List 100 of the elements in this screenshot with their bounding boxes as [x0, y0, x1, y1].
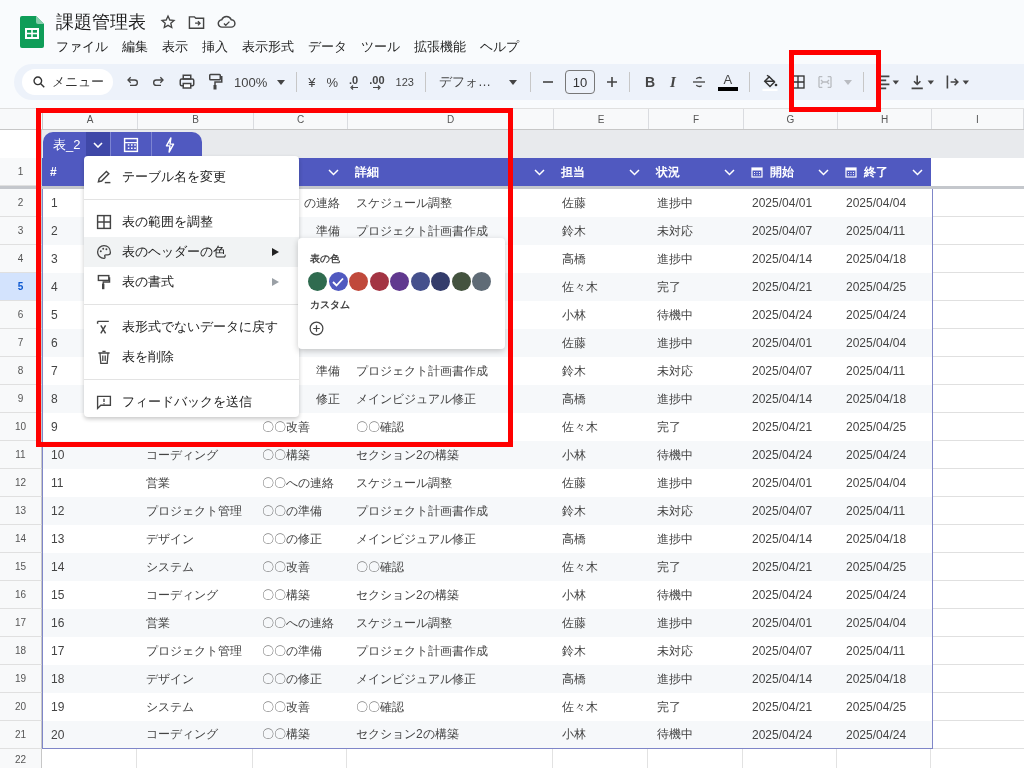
color-swatch[interactable]	[451, 272, 471, 291]
column-header[interactable]: A	[43, 109, 138, 129]
add-circle-icon[interactable]	[309, 321, 324, 336]
menu-item[interactable]: 挿入	[202, 38, 228, 56]
calculator-icon[interactable]	[123, 137, 140, 153]
row-header[interactable]: 19	[0, 665, 42, 693]
table-cell: 進捗中	[657, 194, 693, 212]
color-swatch[interactable]	[390, 272, 409, 291]
font-size-field[interactable]: 10	[564, 70, 595, 94]
chevron-icon[interactable]	[724, 168, 735, 176]
chevron-icon[interactable]	[818, 168, 829, 176]
strikethrough-icon[interactable]	[690, 74, 707, 90]
row-header[interactable]: 17	[0, 609, 42, 637]
color-swatch[interactable]	[410, 272, 430, 291]
row-header[interactable]: 12	[0, 469, 42, 497]
caret-icon	[508, 79, 517, 85]
chevron-icon[interactable]	[912, 168, 923, 176]
row-header[interactable]: 13	[0, 497, 42, 525]
menu-item[interactable]: テーブル名を変更	[84, 162, 299, 192]
table-cell: 完了	[657, 278, 681, 296]
table-cell: 2025/04/24	[752, 448, 813, 462]
column-title: 終了	[864, 163, 888, 181]
color-swatch[interactable]	[328, 272, 348, 291]
color-swatch[interactable]	[472, 272, 491, 291]
chevron-icon[interactable]	[534, 168, 545, 176]
column-header[interactable]: H	[838, 109, 932, 129]
zoom-dropdown[interactable]: 100%	[234, 74, 286, 90]
color-swatch[interactable]	[308, 272, 327, 291]
font-dropdown[interactable]: デフォ…	[438, 73, 517, 91]
sheets-logo-icon[interactable]	[20, 16, 44, 48]
increase-decimal-button[interactable]: .00	[369, 74, 385, 90]
row-header[interactable]: 20	[0, 693, 42, 721]
currency-button[interactable]: ¥	[308, 74, 316, 90]
table-cell: スケジュール調整	[356, 474, 452, 492]
column-header[interactable]: I	[932, 109, 1024, 129]
column-header[interactable]: B	[138, 109, 254, 129]
bold-button[interactable]: B	[644, 74, 655, 90]
column-title: 状況	[656, 163, 680, 181]
table-cell: プロジェクト計画書作成	[356, 642, 488, 660]
table-cell: 15	[51, 588, 65, 602]
chevron-icon[interactable]	[86, 132, 111, 158]
row-header[interactable]: 21	[0, 721, 42, 749]
folder-icon[interactable]	[188, 14, 205, 30]
color-swatch[interactable]	[431, 272, 450, 291]
menu-item[interactable]: 表のヘッダーの色	[84, 237, 299, 267]
table-cell: 4	[51, 280, 58, 294]
column-header[interactable]: E	[554, 109, 649, 129]
column-header[interactable]: C	[254, 109, 348, 129]
row-header[interactable]: 18	[0, 637, 42, 665]
chevron-icon[interactable]	[629, 168, 640, 176]
plus-icon[interactable]	[605, 76, 618, 88]
table-cell: デザイン	[146, 670, 194, 688]
vertical-align-icon[interactable]	[909, 74, 934, 90]
column-header[interactable]: F	[649, 109, 744, 129]
italic-button[interactable]: I	[670, 73, 676, 91]
row-header[interactable]: 16	[0, 581, 42, 609]
document-title[interactable]: 課題管理表	[56, 10, 146, 34]
text-wrap-icon[interactable]	[944, 74, 969, 90]
menu-item[interactable]: 表の範囲を調整	[84, 207, 299, 237]
column-header[interactable]: G	[744, 109, 838, 129]
percent-button[interactable]: %	[326, 74, 339, 90]
menu-item[interactable]: 表形式でないデータに戻す	[84, 312, 299, 342]
paint-bucket-icon[interactable]	[760, 73, 779, 91]
menu-item[interactable]: 拡張機能	[414, 38, 466, 56]
menu-search-field[interactable]: メニュー	[22, 69, 113, 95]
table-name-button[interactable]: 表_2	[53, 136, 81, 154]
text-color-button[interactable]: A	[717, 73, 738, 91]
decrease-decimal-button[interactable]: .0	[349, 74, 359, 90]
menu-item[interactable]: ヘルプ	[480, 38, 519, 56]
cloud-icon[interactable]	[217, 15, 236, 29]
paint-format-icon[interactable]	[207, 73, 223, 91]
number-format-button[interactable]: 123	[395, 76, 414, 88]
menu-item[interactable]: 表を削除	[84, 342, 299, 372]
table-cell: メインビジュアル修正	[356, 390, 476, 408]
color-swatch[interactable]	[369, 272, 389, 291]
column-header[interactable]: D	[348, 109, 554, 129]
color-swatch[interactable]	[349, 272, 368, 291]
lightning-icon[interactable]	[164, 137, 177, 153]
table-cell: 5	[51, 308, 58, 322]
table-cell: 2025/04/14	[752, 532, 813, 546]
menu-item[interactable]: 表示	[162, 38, 188, 56]
menu-item[interactable]: 表の書式	[84, 267, 299, 297]
menu-item[interactable]: 表示形式	[242, 38, 294, 56]
chevron-icon[interactable]	[328, 168, 339, 176]
submenu-arrow-icon	[272, 248, 279, 256]
row-header[interactable]: 15	[0, 553, 42, 581]
table-cell: 〇〇構築	[262, 446, 310, 464]
row-header[interactable]: 22	[0, 749, 42, 768]
menu-item[interactable]: 編集	[122, 38, 148, 56]
row-header[interactable]: 11	[0, 441, 42, 469]
menu-item[interactable]: フィードバックを送信	[84, 387, 299, 417]
star-icon[interactable]	[160, 14, 176, 30]
table-cell: システム	[146, 698, 194, 716]
row-header[interactable]: 14	[0, 525, 42, 553]
table-cell: スケジュール調整	[356, 614, 452, 632]
menu-item[interactable]: ツール	[361, 38, 400, 56]
menu-item[interactable]: データ	[308, 38, 347, 56]
table-cell: プロジェクト計画書作成	[356, 362, 488, 380]
menu-item[interactable]: ファイル	[56, 38, 108, 56]
print-icon[interactable]	[178, 73, 196, 91]
